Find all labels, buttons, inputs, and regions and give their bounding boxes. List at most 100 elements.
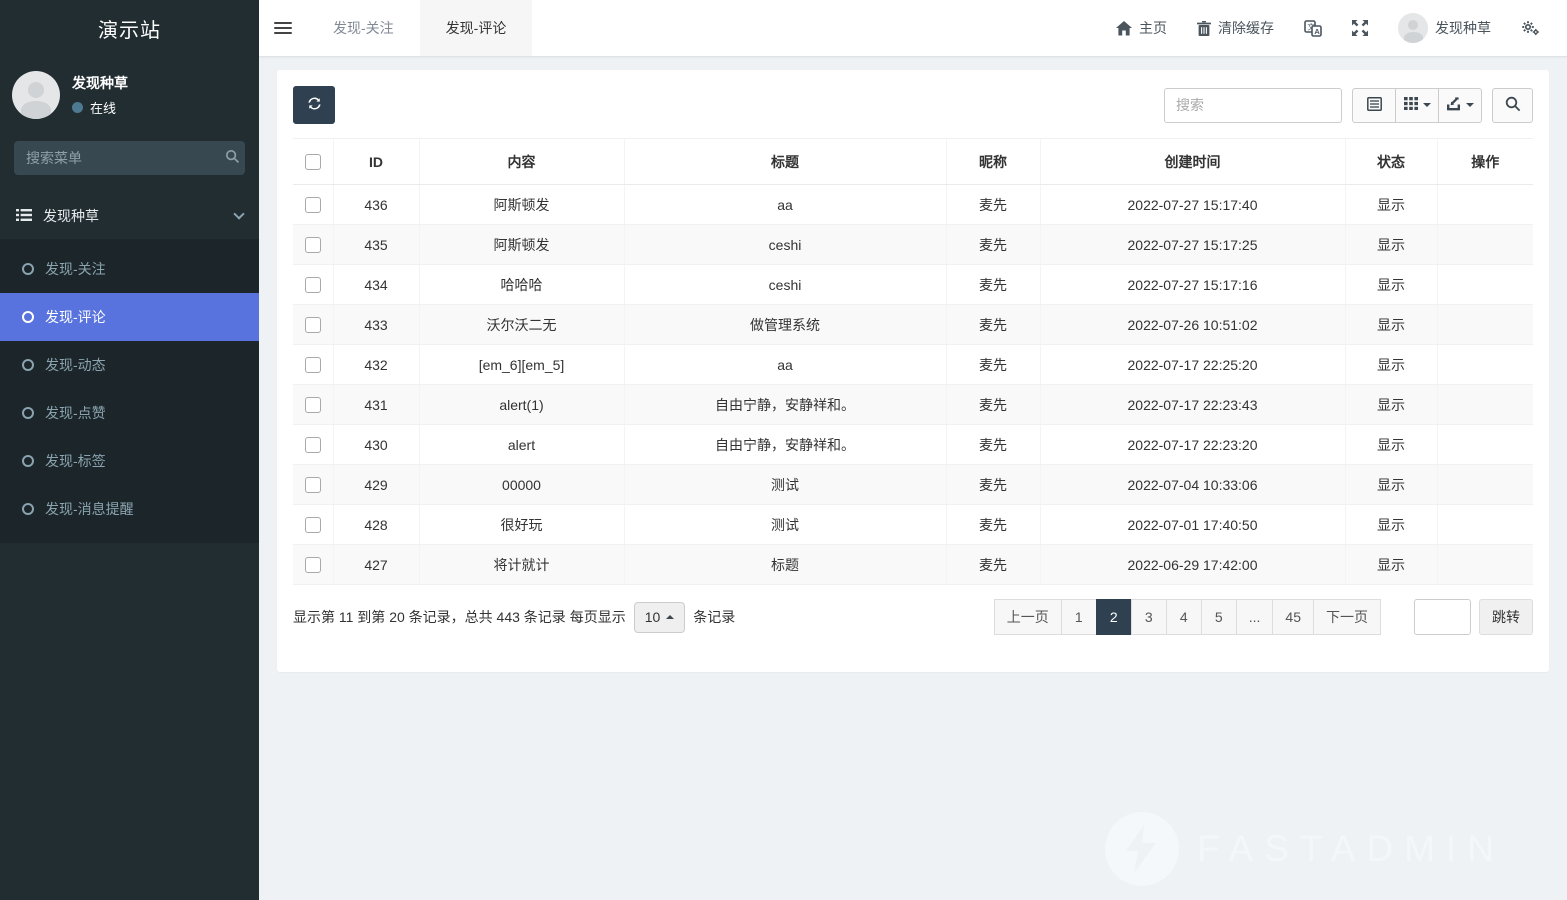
fullscreen-button[interactable]: [1339, 0, 1381, 56]
cell-id: 430: [333, 425, 419, 465]
page-button-label: 下一页: [1326, 607, 1368, 627]
column-header-created[interactable]: 创建时间: [1040, 139, 1345, 185]
cell-title: aa: [624, 185, 946, 225]
row-checkbox[interactable]: [305, 477, 321, 493]
page-button[interactable]: 上一页: [994, 599, 1062, 635]
row-checkbox[interactable]: [305, 237, 321, 253]
nav-tab[interactable]: 发现-评论: [420, 0, 533, 56]
cell-created: 2022-07-01 17:40:50: [1040, 505, 1345, 545]
cell-actions: [1437, 465, 1533, 505]
user-avatar[interactable]: [12, 71, 60, 119]
watermark-text: FASTADMIN: [1197, 828, 1505, 870]
row-checkbox[interactable]: [305, 197, 321, 213]
column-header-status[interactable]: 状态: [1345, 139, 1437, 185]
sidebar-item[interactable]: 发现-关注: [0, 245, 259, 293]
table-row[interactable]: 430 alert 自由宁静，安静祥和。 麦先 2022-07-17 22:23…: [293, 425, 1533, 465]
cell-title: 测试: [624, 465, 946, 505]
sidebar-toggle-button[interactable]: [259, 0, 307, 56]
home-link[interactable]: 主页: [1103, 0, 1180, 56]
table-row[interactable]: 429 00000 测试 麦先 2022-07-04 10:33:06 显示: [293, 465, 1533, 505]
caret-down-icon: [1466, 103, 1474, 107]
cell-title: ceshi: [624, 265, 946, 305]
jump-page-input[interactable]: [1414, 599, 1471, 635]
cell-actions: [1437, 345, 1533, 385]
navbar-user-name: 发现种草: [1435, 18, 1491, 38]
nav-tab[interactable]: 发现-关注: [307, 0, 420, 56]
columns-grid-icon: [1404, 97, 1418, 113]
cell-content: alert(1): [419, 385, 624, 425]
table-row[interactable]: 435 阿斯顿发 ceshi 麦先 2022-07-27 15:17:25 显示: [293, 225, 1533, 265]
page-button[interactable]: 2: [1096, 599, 1132, 635]
sidebar-item[interactable]: 发现-动态: [0, 341, 259, 389]
page-size-value: 10: [645, 609, 661, 625]
table-row[interactable]: 436 阿斯顿发 aa 麦先 2022-07-27 15:17:40 显示: [293, 185, 1533, 225]
pagination: 上一页 1 2 3: [995, 599, 1533, 635]
column-header-actions: 操作: [1437, 139, 1533, 185]
page-size-dropdown[interactable]: 10: [634, 602, 686, 633]
columns-button[interactable]: [1395, 88, 1439, 123]
cell-title: 测试: [624, 505, 946, 545]
language-switch-button[interactable]: 文A: [1291, 0, 1335, 56]
page-button[interactable]: 下一页: [1313, 599, 1381, 635]
table-row[interactable]: 432 [em_6][em_5] aa 麦先 2022-07-17 22:25:…: [293, 345, 1533, 385]
page-button[interactable]: ...: [1236, 599, 1274, 635]
cell-id: 436: [333, 185, 419, 225]
page-list: 上一页 1 2 3: [995, 599, 1381, 635]
svg-text:A: A: [1314, 27, 1320, 36]
page-button[interactable]: 1: [1061, 599, 1097, 635]
row-checkbox[interactable]: [305, 357, 321, 373]
sidebar-search-input[interactable]: [14, 141, 219, 175]
sidebar-group-label: 发现种草: [43, 206, 99, 226]
sidebar-search-button[interactable]: [219, 141, 245, 175]
row-checkbox[interactable]: [305, 557, 321, 573]
select-all-checkbox[interactable]: [305, 154, 321, 170]
column-header-content[interactable]: 内容: [419, 139, 624, 185]
column-header-nickname[interactable]: 昵称: [946, 139, 1040, 185]
row-checkbox[interactable]: [305, 437, 321, 453]
page-button[interactable]: 3: [1131, 599, 1167, 635]
jump-button[interactable]: 跳转: [1479, 599, 1533, 635]
search-toggle-button[interactable]: [1492, 88, 1533, 123]
user-menu[interactable]: 发现种草: [1385, 0, 1504, 56]
page-button[interactable]: 45: [1272, 599, 1314, 635]
cell-actions: [1437, 305, 1533, 345]
cell-content: 将计就计: [419, 545, 624, 585]
column-header-id[interactable]: ID: [333, 139, 419, 185]
row-checkbox[interactable]: [305, 397, 321, 413]
page-button-label: 3: [1145, 609, 1153, 625]
sidebar-item[interactable]: 发现-点赞: [0, 389, 259, 437]
cell-nickname: 麦先: [946, 505, 1040, 545]
clear-cache-link[interactable]: 清除缓存: [1184, 0, 1287, 56]
table-row[interactable]: 433 沃尔沃二无 做管理系统 麦先 2022-07-26 10:51:02 显…: [293, 305, 1533, 345]
table-search-input[interactable]: [1164, 88, 1342, 123]
table-footer: 显示第 11 到第 20 条记录，总共 443 条记录 每页显示 10 条记录 …: [293, 599, 1533, 635]
cell-nickname: 麦先: [946, 345, 1040, 385]
toggle-view-button[interactable]: [1352, 88, 1396, 123]
sidebar-item[interactable]: 发现-标签: [0, 437, 259, 485]
page-button[interactable]: 5: [1201, 599, 1237, 635]
export-button[interactable]: [1438, 88, 1482, 123]
refresh-button[interactable]: [293, 86, 335, 124]
cell-nickname: 麦先: [946, 385, 1040, 425]
page-button[interactable]: 4: [1166, 599, 1202, 635]
sidebar-item[interactable]: 发现-评论: [0, 293, 259, 341]
table-row[interactable]: 427 将计就计 标题 麦先 2022-06-29 17:42:00 显示: [293, 545, 1533, 585]
row-checkbox[interactable]: [305, 317, 321, 333]
sidebar-group-discover[interactable]: 发现种草: [0, 193, 259, 239]
table-row[interactable]: 431 alert(1) 自由宁静，安静祥和。 麦先 2022-07-17 22…: [293, 385, 1533, 425]
table-row[interactable]: 434 哈哈哈 ceshi 麦先 2022-07-27 15:17:16 显示: [293, 265, 1533, 305]
cell-content: 阿斯顿发: [419, 185, 624, 225]
column-header-title[interactable]: 标题: [624, 139, 946, 185]
row-checkbox[interactable]: [305, 277, 321, 293]
table-row[interactable]: 428 很好玩 测试 麦先 2022-07-01 17:40:50 显示: [293, 505, 1533, 545]
sidebar-search-form: [14, 141, 245, 175]
cell-title: 自由宁静，安静祥和。: [624, 425, 946, 465]
toolbar-right: [1164, 88, 1533, 123]
cell-id: 433: [333, 305, 419, 345]
sidebar-item[interactable]: 发现-消息提醒: [0, 485, 259, 533]
cell-id: 427: [333, 545, 419, 585]
page-button-label: 5: [1215, 609, 1223, 625]
row-checkbox[interactable]: [305, 517, 321, 533]
cell-status: 显示: [1345, 345, 1437, 385]
settings-button[interactable]: [1508, 0, 1553, 56]
